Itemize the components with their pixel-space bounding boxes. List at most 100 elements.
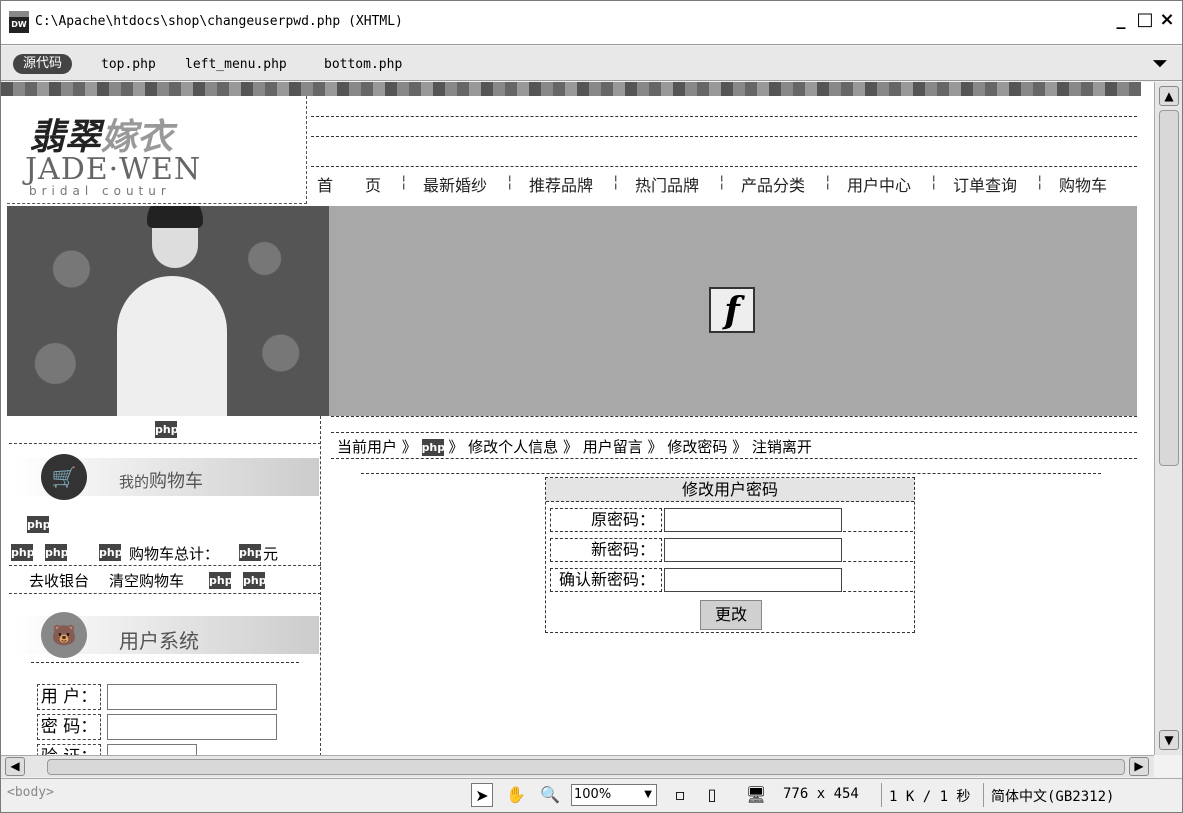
logo-subtitle: bridal coutur — [29, 184, 171, 198]
checkout-link[interactable]: 去收银台 — [29, 570, 89, 591]
maximize-button[interactable]: □ — [1135, 9, 1155, 30]
left-sidebar: php 🛒 我的购物车 php php php php 购物车总计： php 元… — [7, 416, 321, 755]
nav-home[interactable]: 首 页 — [317, 172, 381, 196]
nav-order-query[interactable]: 订单查询 — [953, 172, 1017, 196]
window-size-small-icon[interactable]: ▫ — [669, 783, 691, 807]
source-code-button[interactable]: 源代码 — [13, 54, 73, 74]
status-divider — [983, 783, 984, 807]
design-canvas[interactable]: 翡翠嫁衣 JADE·WEN bridal coutur 首 页 ¦ 最新婚纱 ¦… — [1, 82, 1154, 755]
hand-tool-icon[interactable]: ✋ — [505, 783, 527, 807]
cart-panel-title: 我的购物车 — [119, 471, 204, 492]
nav-separator: ¦ — [507, 172, 513, 191]
vertical-scroll-thumb[interactable] — [1159, 110, 1179, 466]
sidebar-php-row: php — [9, 416, 321, 444]
user-system-panel-header: 🐻 用户系统 — [15, 612, 319, 658]
table-guide-line — [311, 166, 1137, 167]
nav-separator: ¦ — [1037, 172, 1043, 191]
window-size-medium-icon[interactable]: ▯ — [701, 783, 723, 807]
filter-icon[interactable]: ⏷ — [1149, 52, 1171, 74]
form-title: 修改用户密码 — [546, 478, 914, 502]
cart-total-label: 购物车总计： — [129, 545, 220, 563]
php-code-marker[interactable]: php — [11, 544, 35, 561]
submit-change-button[interactable]: 更改 — [700, 600, 762, 630]
form-cell — [843, 538, 913, 562]
nav-new-dresses[interactable]: 最新婚纱 — [423, 172, 487, 196]
php-code-marker[interactable]: php — [27, 516, 51, 533]
horizontal-scrollbar[interactable]: ◀ ▶ — [1, 755, 1154, 777]
status-divider — [881, 783, 882, 807]
logo-english: JADE·WEN — [25, 152, 202, 187]
nav-recommended-brands[interactable]: 推荐品牌 — [529, 172, 593, 196]
login-verify-label: 验 证： — [37, 744, 101, 755]
chevron-down-icon: ▼ — [644, 789, 652, 800]
zoom-tool-icon[interactable]: 🔍 — [539, 783, 561, 807]
form-cell — [843, 508, 913, 532]
change-password-form: 修改用户密码 原密码： 新密码： 确认新密码： 更改 — [545, 477, 915, 633]
breadcrumb-separator: 》 — [732, 438, 748, 456]
table-guide-line — [31, 662, 299, 663]
horizontal-scroll-thumb[interactable] — [47, 759, 1125, 775]
status-bar: <body> ➤ ✋ 🔍 100% ▼ ▫ ▯ 🖥 776 x 454 1 K /… — [1, 778, 1182, 812]
teddy-bear-icon: 🐻 — [41, 612, 87, 658]
confirm-password-input[interactable] — [664, 568, 842, 592]
nav-hot-brands[interactable]: 热门品牌 — [635, 172, 699, 196]
breadcrumb-message[interactable]: 用户留言 — [583, 438, 643, 456]
php-code-marker[interactable]: php — [243, 572, 267, 589]
confirm-password-label: 确认新密码： — [550, 568, 662, 592]
select-pointer-icon[interactable]: ➤ — [471, 783, 493, 807]
nav-separator: ¦ — [719, 172, 725, 191]
nav-categories[interactable]: 产品分类 — [741, 172, 805, 196]
nav-separator: ¦ — [931, 172, 937, 191]
flash-icon: f — [709, 287, 755, 333]
php-code-marker[interactable]: php — [239, 544, 263, 561]
cart-actions-row: 去收银台 清空购物车 php php — [9, 566, 321, 594]
old-password-input[interactable] — [664, 508, 842, 532]
related-file-bottom[interactable]: bottom.php — [324, 57, 402, 72]
logo-cell: 翡翠嫁衣 JADE·WEN bridal coutur — [7, 96, 307, 204]
breadcrumb-separator: 》 — [562, 438, 578, 456]
scroll-down-icon[interactable]: ▼ — [1159, 730, 1179, 750]
window-dimensions[interactable]: 776 x 454 — [783, 786, 859, 802]
php-code-marker[interactable]: php — [155, 421, 179, 438]
table-guide-line — [311, 136, 1137, 137]
php-code-marker[interactable]: php — [45, 544, 69, 561]
related-file-top[interactable]: top.php — [101, 57, 156, 72]
vertical-scrollbar[interactable]: ▲ ▼ — [1154, 82, 1182, 755]
bride-banner-image — [7, 206, 329, 416]
cart-panel-header: 🛒 我的购物车 — [15, 454, 319, 500]
table-guide-line — [361, 473, 1101, 474]
monitor-icon[interactable]: 🖥 — [741, 783, 771, 807]
breadcrumb-separator: 》 — [448, 438, 464, 456]
scroll-left-icon[interactable]: ◀ — [5, 757, 25, 776]
php-code-marker[interactable]: php — [421, 439, 445, 456]
nav-separator: ¦ — [825, 172, 831, 191]
breadcrumb-change-password[interactable]: 修改密码 — [667, 438, 727, 456]
breadcrumb-current-user: 当前用户 》 — [337, 438, 417, 456]
breadcrumb-logout[interactable]: 注销离开 — [752, 438, 812, 456]
nav-separator: ¦ — [613, 172, 619, 191]
php-code-marker[interactable]: php — [209, 572, 233, 589]
window-title: C:\Apache\htdocs\shop\changeuserpwd.php … — [35, 14, 403, 29]
scroll-up-icon[interactable]: ▲ — [1159, 86, 1179, 106]
zoom-select[interactable]: 100% ▼ — [571, 784, 657, 806]
close-button[interactable]: × — [1157, 9, 1177, 30]
related-file-left-menu[interactable]: left_menu.php — [185, 57, 287, 72]
login-username-input[interactable] — [107, 684, 277, 710]
decorative-border-strip — [1, 82, 1141, 96]
tag-selector-body[interactable]: <body> — [7, 785, 54, 800]
breadcrumb-edit-info[interactable]: 修改个人信息 — [468, 438, 558, 456]
cart-summary-row: php php php 购物车总计： php 元 — [9, 538, 321, 566]
nav-user-center[interactable]: 用户中心 — [847, 172, 911, 196]
bride-dress-shape — [117, 276, 227, 416]
minimize-button[interactable]: _ — [1111, 9, 1131, 30]
new-password-input[interactable] — [664, 538, 842, 562]
related-files-bar: 源代码 top.php left_menu.php bottom.php ⏷ — [1, 46, 1182, 81]
new-password-label: 新密码： — [550, 538, 662, 562]
php-code-marker[interactable]: php — [99, 544, 123, 561]
login-verify-input[interactable] — [107, 744, 197, 755]
encoding-label: 简体中文(GB2312) — [991, 789, 1115, 805]
scroll-right-icon[interactable]: ▶ — [1129, 757, 1149, 776]
nav-cart[interactable]: 购物车 — [1059, 172, 1107, 196]
login-password-input[interactable] — [107, 714, 277, 740]
clear-cart-link[interactable]: 清空购物车 — [109, 570, 184, 591]
